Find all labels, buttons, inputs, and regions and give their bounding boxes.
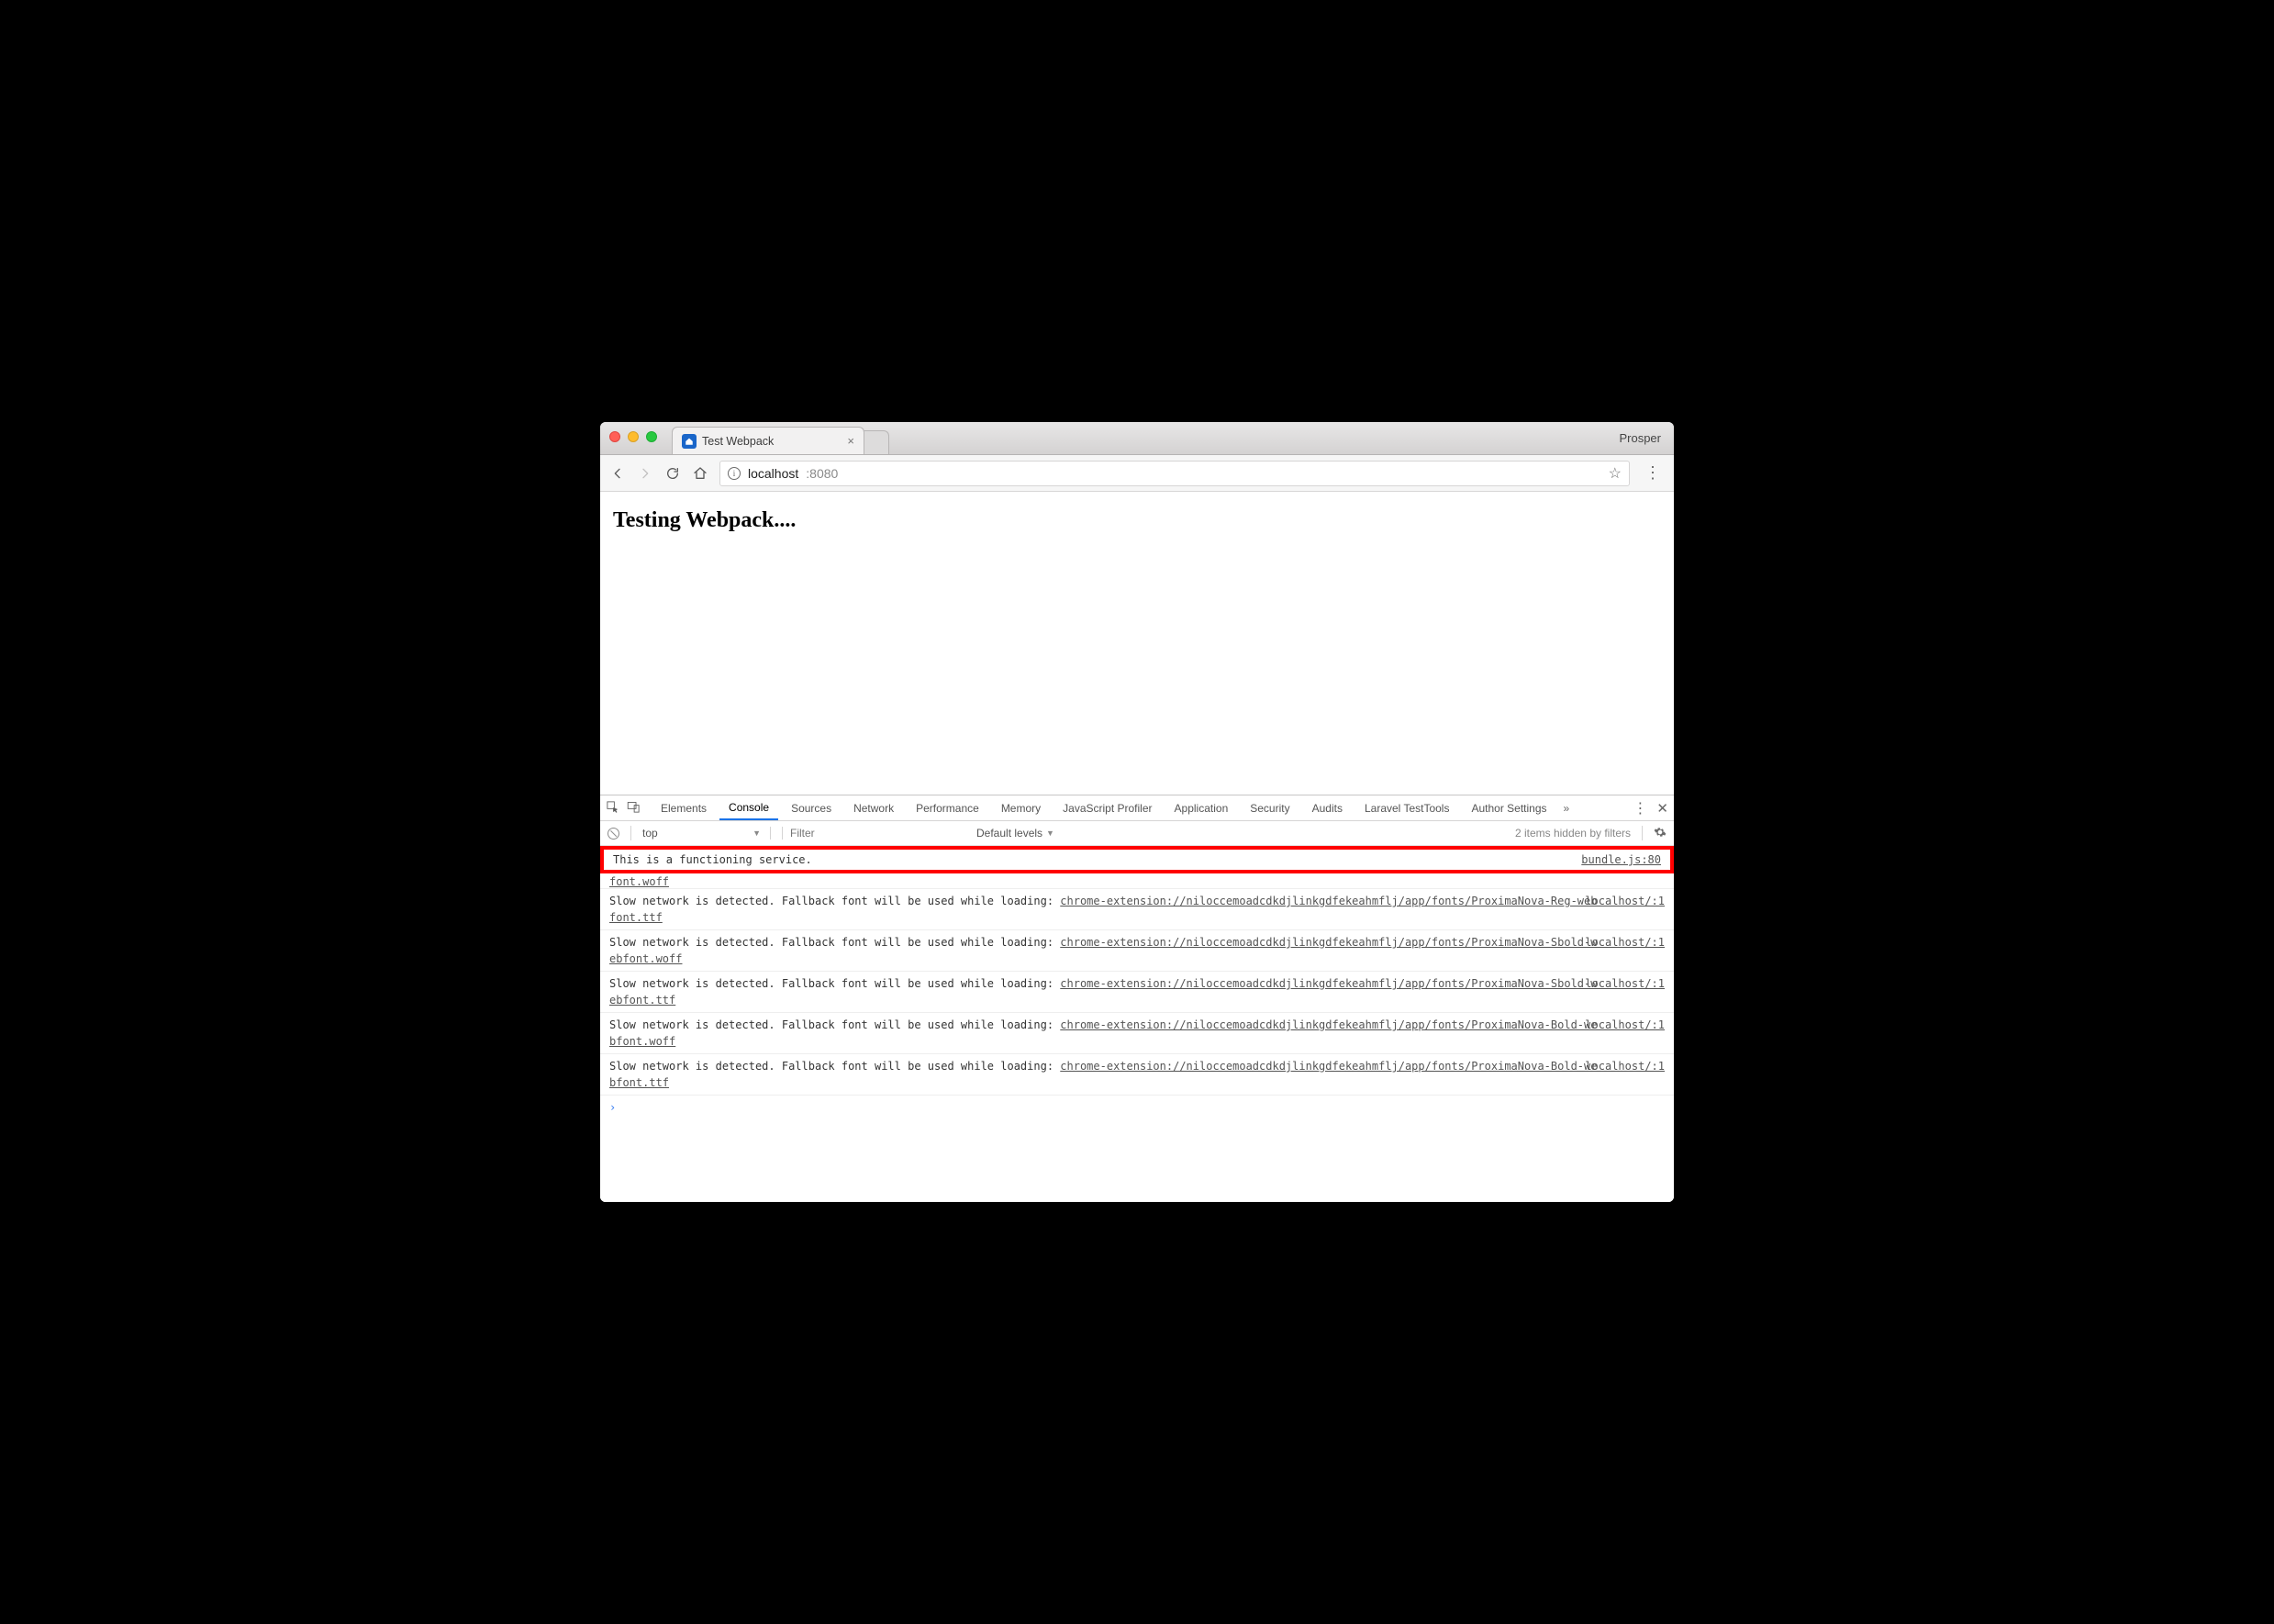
tab-laravel-testtools[interactable]: Laravel TestTools [1355, 795, 1459, 820]
log-source-link[interactable]: localhost/:1 [1585, 1058, 1665, 1074]
separator [1642, 826, 1643, 840]
devtools-menu-button[interactable]: ⋮ [1633, 799, 1647, 818]
log-link[interactable]: font.ttf [609, 909, 1665, 926]
log-source-link[interactable]: bundle.js:80 [1581, 853, 1661, 866]
devtools-panel: Elements Console Sources Network Perform… [600, 795, 1674, 1202]
log-message: Slow network is detected. Fallback font … [609, 936, 1060, 949]
log-link[interactable]: ebfont.woff [609, 951, 1665, 967]
log-source-link[interactable]: localhost/:1 [1585, 1017, 1665, 1033]
reload-button[interactable] [664, 465, 681, 482]
toolbar: i localhost :8080 ☆ ⋮ [600, 455, 1674, 492]
address-bar[interactable]: i localhost :8080 ☆ [719, 461, 1630, 486]
highlighted-log: This is a functioning service. bundle.js… [600, 846, 1674, 873]
back-button[interactable] [609, 465, 626, 482]
tab-title: Test Webpack [702, 435, 842, 448]
page-heading: Testing Webpack.... [613, 508, 1661, 533]
levels-label: Default levels [976, 827, 1042, 840]
window-minimize-button[interactable] [628, 431, 639, 442]
log-link[interactable]: font.woff [609, 875, 669, 888]
log-link[interactable]: chrome-extension://niloccemoadcdkdjlinkg… [1060, 1060, 1597, 1073]
log-link[interactable]: chrome-extension://niloccemoadcdkdjlinkg… [1060, 977, 1597, 990]
tab-js-profiler[interactable]: JavaScript Profiler [1053, 795, 1161, 820]
levels-selector[interactable]: Default levels ▼ [976, 827, 1054, 840]
log-row: This is a functioning service. bundle.js… [604, 850, 1670, 870]
tab-performance[interactable]: Performance [907, 795, 988, 820]
log-link[interactable]: bfont.woff [609, 1033, 1665, 1050]
window-close-button[interactable] [609, 431, 620, 442]
browser-tab[interactable]: Test Webpack × [672, 427, 864, 454]
tab-elements[interactable]: Elements [652, 795, 716, 820]
console-settings-icon[interactable] [1654, 826, 1666, 841]
chevron-down-icon: ▼ [1046, 829, 1054, 838]
inspect-element-icon[interactable] [606, 800, 619, 817]
log-source-link[interactable]: localhost/:1 [1585, 893, 1665, 909]
log-message: Slow network is detected. Fallback font … [609, 1060, 1060, 1073]
tab-console[interactable]: Console [719, 795, 778, 820]
favicon-icon [682, 434, 697, 449]
console-prompt[interactable]: › [600, 1095, 1674, 1119]
new-tab-button[interactable] [864, 430, 889, 454]
log-source-link[interactable]: localhost/:1 [1585, 975, 1665, 992]
window-controls [609, 431, 657, 442]
titlebar: Test Webpack × Prosper [600, 422, 1674, 455]
log-row: Slow network is detected. Fallback font … [600, 1012, 1674, 1053]
log-message: Slow network is detected. Fallback font … [609, 895, 1060, 907]
devtools-close-button[interactable]: ✕ [1656, 800, 1668, 817]
tabs-overflow-icon[interactable]: » [1564, 802, 1570, 815]
home-button[interactable] [692, 465, 708, 482]
chevron-down-icon: ▼ [752, 829, 761, 838]
log-source-link[interactable]: localhost/:1 [1585, 934, 1665, 951]
browser-menu-button[interactable]: ⋮ [1641, 463, 1665, 483]
tab-security[interactable]: Security [1241, 795, 1299, 820]
forward-button[interactable] [637, 465, 653, 482]
profile-label[interactable]: Prosper [1619, 431, 1661, 445]
tab-author-settings[interactable]: Author Settings [1462, 795, 1555, 820]
console-filterbar: top ▼ Default levels ▼ 2 items hidden by… [600, 821, 1674, 846]
tab-application[interactable]: Application [1165, 795, 1238, 820]
context-selector[interactable]: top ▼ [642, 827, 771, 840]
page-viewport: Testing Webpack.... [600, 492, 1674, 795]
devtools-empty-area [600, 1119, 1674, 1202]
log-link[interactable]: bfont.ttf [609, 1074, 1665, 1091]
log-row: Slow network is detected. Fallback font … [600, 971, 1674, 1012]
log-message: Slow network is detected. Fallback font … [609, 977, 1060, 990]
bookmark-star-icon[interactable]: ☆ [1609, 464, 1622, 483]
log-link[interactable]: chrome-extension://niloccemoadcdkdjlinkg… [1060, 1018, 1597, 1031]
url-host: localhost [748, 466, 798, 481]
tab-memory[interactable]: Memory [992, 795, 1050, 820]
log-row: Slow network is detected. Fallback font … [600, 1053, 1674, 1095]
log-link[interactable]: chrome-extension://niloccemoadcdkdjlinkg… [1060, 895, 1597, 907]
log-link[interactable]: ebfont.ttf [609, 992, 1665, 1008]
separator [630, 826, 631, 840]
log-row: font.woff [600, 873, 1674, 888]
log-link[interactable]: chrome-extension://niloccemoadcdkdjlinkg… [1060, 936, 1597, 949]
clear-console-icon[interactable] [608, 828, 619, 840]
tab-close-icon[interactable]: × [847, 434, 854, 448]
url-port: :8080 [806, 466, 838, 481]
tab-network[interactable]: Network [844, 795, 903, 820]
log-row: Slow network is detected. Fallback font … [600, 888, 1674, 929]
window-maximize-button[interactable] [646, 431, 657, 442]
tab-sources[interactable]: Sources [782, 795, 841, 820]
devtools-inspect-tools [606, 800, 641, 817]
site-info-icon[interactable]: i [728, 467, 741, 480]
devtools-tabbar: Elements Console Sources Network Perform… [600, 795, 1674, 821]
browser-window: Test Webpack × Prosper i localhost :8080 … [600, 422, 1674, 1202]
filter-input[interactable] [782, 827, 965, 840]
log-message: Slow network is detected. Fallback font … [609, 1018, 1060, 1031]
log-message: This is a functioning service. [613, 853, 812, 866]
context-label: top [642, 827, 658, 840]
tab-audits[interactable]: Audits [1303, 795, 1352, 820]
hidden-count-label: 2 items hidden by filters [1515, 827, 1631, 840]
device-toolbar-icon[interactable] [627, 800, 641, 817]
log-row: Slow network is detected. Fallback font … [600, 929, 1674, 971]
